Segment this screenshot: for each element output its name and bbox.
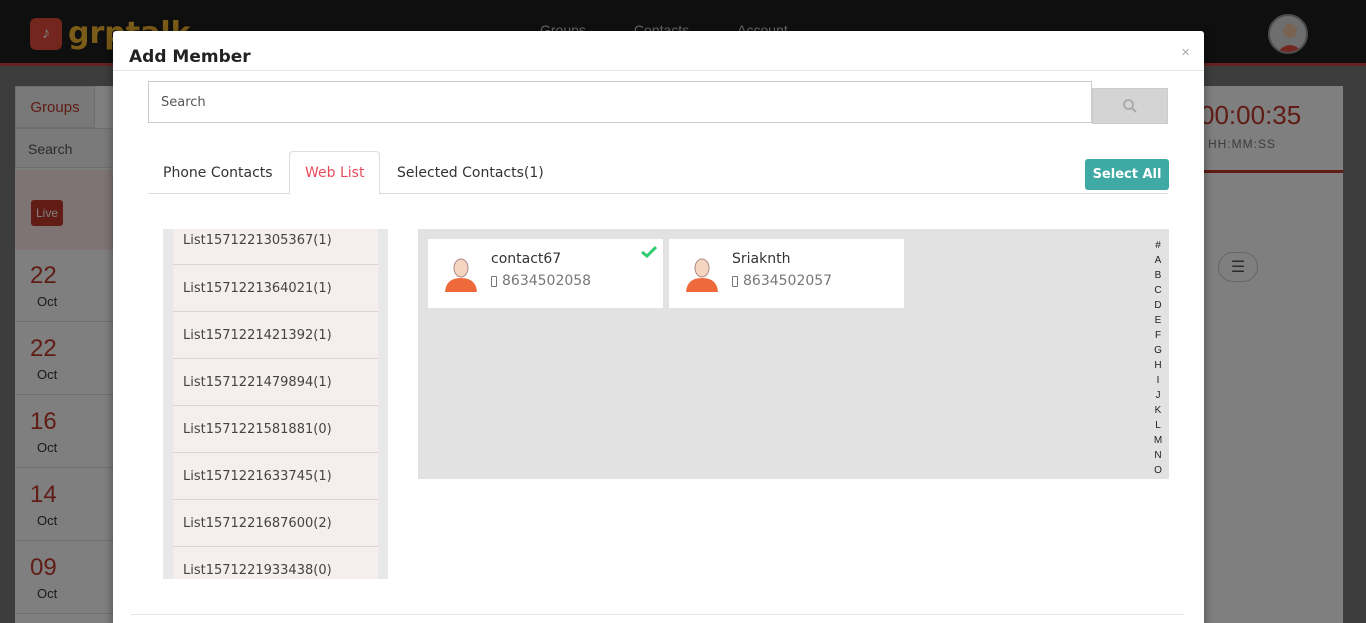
modal-header: Add Member ×	[113, 31, 1204, 71]
mobile-icon	[732, 275, 738, 287]
select-all-button[interactable]: Select All	[1085, 159, 1169, 190]
alpha-letter[interactable]: D	[1154, 298, 1161, 313]
contacts-panel: contact67 8634502058 Sriaknth 8634502057…	[418, 229, 1169, 479]
contact-name: Sriaknth	[732, 251, 791, 267]
modal-footer-divider	[131, 614, 1184, 615]
alpha-letter[interactable]: A	[1155, 253, 1162, 268]
alpha-letter[interactable]: L	[1155, 418, 1161, 433]
close-icon[interactable]: ×	[1181, 44, 1190, 61]
member-tabs: Phone Contacts Web List Selected Contact…	[148, 151, 1168, 195]
contact-avatar-icon	[445, 258, 477, 292]
tab-web-list[interactable]: Web List	[289, 151, 381, 195]
alpha-letter[interactable]: B	[1155, 268, 1162, 283]
alpha-letter[interactable]: H	[1154, 358, 1161, 373]
tab-selected-contacts[interactable]: Selected Contacts(1)	[382, 151, 559, 194]
add-member-modal: Add Member × Phone Contacts Web List Sel…	[113, 31, 1204, 623]
mobile-icon	[491, 275, 497, 287]
contact-avatar-icon	[686, 258, 718, 292]
alpha-letter[interactable]: F	[1155, 328, 1161, 343]
list-item[interactable]: List1571221687600(2)	[173, 500, 378, 547]
alpha-letter[interactable]: C	[1154, 283, 1161, 298]
contact-phone: 8634502057	[732, 273, 832, 289]
list-item[interactable]: List1571221933438(0)	[173, 547, 378, 579]
alpha-letter[interactable]: G	[1154, 343, 1162, 358]
list-item[interactable]: List1571221421392(1)	[173, 312, 378, 359]
contact-search-input[interactable]	[148, 81, 1092, 123]
alphabet-index: # A B C D E F G H I J K L M N O	[1152, 238, 1164, 478]
alpha-letter[interactable]: E	[1155, 313, 1162, 328]
alpha-letter[interactable]: O	[1154, 463, 1162, 478]
alpha-letter[interactable]: N	[1154, 448, 1161, 463]
contact-phone-number: 8634502058	[502, 273, 592, 289]
web-list-panel: List1571221305367(1) List1571221364021(1…	[163, 229, 388, 579]
web-list: List1571221305367(1) List1571221364021(1…	[173, 229, 378, 579]
alpha-letter[interactable]: K	[1155, 403, 1162, 418]
alpha-letter[interactable]: M	[1154, 433, 1162, 448]
contact-card[interactable]: contact67 8634502058	[428, 239, 663, 308]
alpha-letter[interactable]: J	[1156, 388, 1161, 403]
tab-phone-contacts[interactable]: Phone Contacts	[148, 151, 288, 194]
alpha-letter[interactable]: I	[1157, 373, 1160, 388]
alpha-letter[interactable]: #	[1155, 238, 1161, 253]
list-item[interactable]: List1571221305367(1)	[173, 229, 378, 265]
search-icon	[1123, 99, 1137, 113]
list-item[interactable]: List1571221479894(1)	[173, 359, 378, 406]
contact-phone-number: 8634502057	[743, 273, 833, 289]
contact-phone: 8634502058	[491, 273, 591, 289]
list-item[interactable]: List1571221364021(1)	[173, 265, 378, 312]
search-button[interactable]	[1092, 88, 1168, 124]
checkmark-icon	[641, 245, 657, 258]
contact-name: contact67	[491, 251, 562, 267]
contact-card[interactable]: Sriaknth 8634502057	[669, 239, 904, 308]
list-item[interactable]: List1571221633745(1)	[173, 453, 378, 500]
modal-title: Add Member	[129, 47, 251, 67]
list-item[interactable]: List1571221581881(0)	[173, 406, 378, 453]
